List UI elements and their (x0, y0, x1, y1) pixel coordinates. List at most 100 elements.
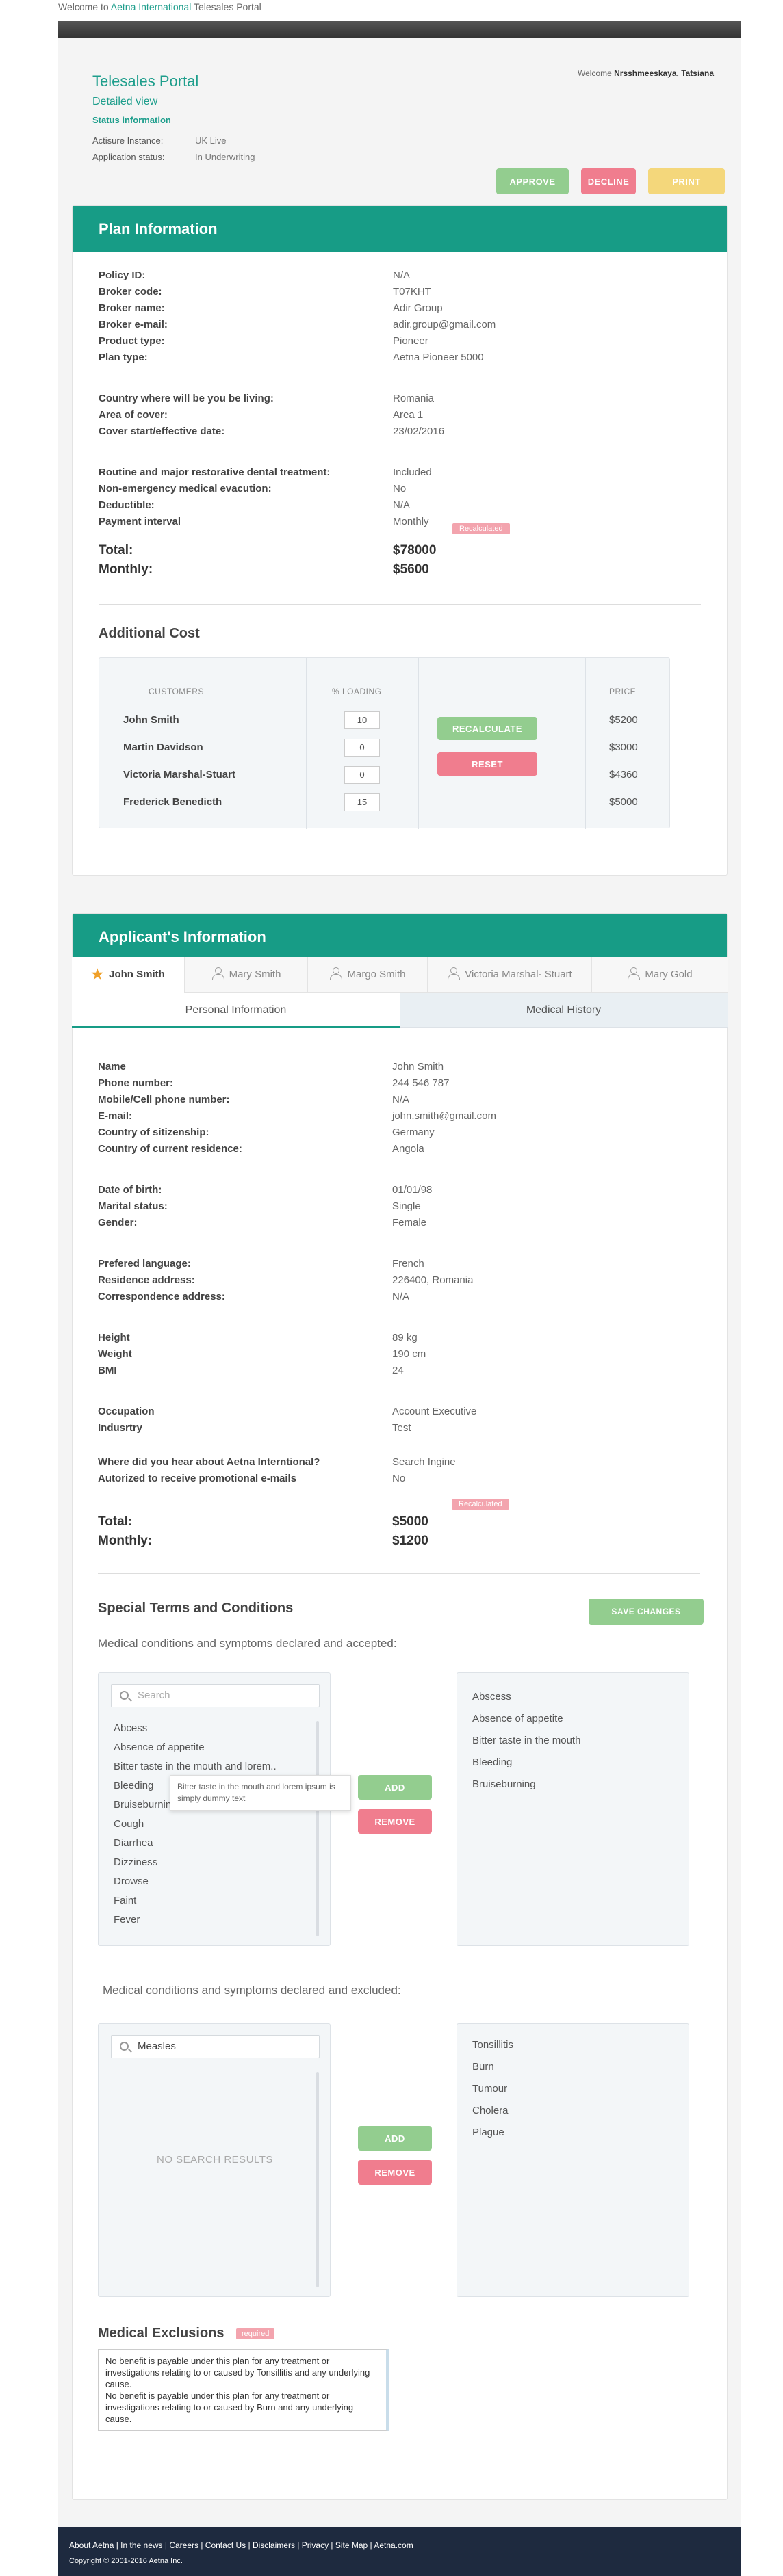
applicant-info-label: Residence address: (98, 1274, 195, 1286)
applicant-total-value: $5000 (392, 1514, 428, 1529)
star-icon: ★ (91, 967, 104, 982)
user-icon (447, 967, 461, 980)
applicant-info-label: Autorized to receive promotional e-mails (98, 1473, 297, 1484)
special-terms-heading: Special Terms and Conditions (98, 1601, 294, 1616)
page-frame: Welcome to Aetna International Telesales… (58, 0, 741, 2576)
applicant-info-label: Indusrtry (98, 1422, 143, 1434)
applicant-info-label: Where did you hear about Aetna Interntio… (98, 1456, 320, 1468)
medical-exclusions-heading: Medical Exclusions (98, 2326, 224, 2341)
applicant-info-value: N/A (392, 1094, 410, 1105)
condition-option[interactable]: Absence of appetite (114, 1742, 205, 1753)
remove-accepted-button[interactable]: REMOVE (358, 1809, 432, 1834)
applicant-info-value: Test (392, 1422, 411, 1434)
tab-mary-gold[interactable]: Mary Gold (592, 957, 728, 993)
applicant-info-label: Height (98, 1332, 130, 1343)
footer: About Aetna | In the news | Careers | Co… (58, 2527, 741, 2576)
condition-option[interactable]: Bitter taste in the mouth and lorem.. (114, 1761, 277, 1772)
applicant-info-value: 190 cm (392, 1348, 426, 1360)
applicant-divider (98, 1573, 700, 1574)
condition-option[interactable]: Diarrhea (114, 1837, 153, 1849)
applicant-info-label: Weight (98, 1348, 132, 1360)
applicant-info-value: Account Executive (392, 1406, 477, 1417)
search-placeholder: Search (138, 1690, 170, 1701)
user-icon (627, 967, 641, 980)
footer-links[interactable]: About Aetna | In the news | Careers | Co… (69, 2540, 413, 2550)
required-tag: required (236, 2328, 275, 2339)
list-scrollbar[interactable] (316, 1721, 319, 1936)
tab-victoria-marshal-stuart[interactable]: Victoria Marshal- Stuart (428, 957, 592, 993)
condition-option[interactable]: Dizziness (114, 1856, 157, 1868)
condition-tooltip: Bitter taste in the mouth and lorem ipsu… (170, 1775, 351, 1811)
applicant-info-value: john.smith@gmail.com (392, 1110, 496, 1122)
applicant-info-label: Country of sitizenship: (98, 1127, 209, 1138)
condition-option[interactable]: Fever (114, 1914, 140, 1926)
condition-option[interactable]: Bruiseburning (114, 1799, 177, 1811)
applicant-info-label: Name (98, 1061, 126, 1073)
applicant-info-label: Country of current residence: (98, 1143, 242, 1155)
applicant-info-label: Prefered language: (98, 1258, 191, 1270)
accepted-conditions-selected-panel: Abscess Absence of appetite Bitter taste… (457, 1672, 689, 1946)
add-accepted-button[interactable]: ADD (358, 1775, 432, 1800)
recalculated-tag: Recalculated (452, 1499, 509, 1510)
condition-option[interactable]: Faint (114, 1895, 136, 1906)
excluded-search-input[interactable]: Measles (111, 2035, 320, 2058)
condition-option[interactable]: Bleeding (114, 1780, 153, 1791)
applicant-info-value: 24 (392, 1365, 404, 1376)
tab-label: Mary Gold (645, 969, 693, 980)
search-value: Measles (138, 2040, 176, 2052)
applicant-info-value: Single (392, 1200, 421, 1212)
selected-condition[interactable]: Absence of appetite (472, 1713, 563, 1724)
applicant-info-label: Marital status: (98, 1200, 168, 1212)
applicant-tabs: ★ John Smith Mary Smith Margo Smith Victo… (72, 957, 728, 993)
applicant-info-value: Search Ingine (392, 1456, 456, 1468)
no-search-results: NO SEARCH RESULTS (157, 2154, 273, 2166)
applicant-info-label: Mobile/Cell phone number: (98, 1094, 230, 1105)
selected-condition[interactable]: Tonsillitis (472, 2039, 513, 2051)
applicant-info-value: French (392, 1258, 424, 1270)
applicant-info-label: BMI (98, 1365, 117, 1376)
selected-condition[interactable]: Abscess (472, 1691, 511, 1703)
selected-condition[interactable]: Plague (472, 2127, 504, 2138)
selected-condition[interactable]: Bleeding (472, 1757, 512, 1768)
applicant-info-value: 226400, Romania (392, 1274, 474, 1286)
search-icon (120, 1691, 129, 1700)
tab-label: Margo Smith (347, 969, 406, 980)
applicant-info-value: 89 kg (392, 1332, 418, 1343)
applicant-info-label: Gender: (98, 1217, 138, 1228)
tab-john-smith[interactable]: ★ John Smith (72, 957, 185, 993)
applicant-info-label: Phone number: (98, 1077, 174, 1089)
condition-option[interactable]: Cough (114, 1818, 144, 1830)
applicant-info-value: Female (392, 1217, 427, 1228)
accepted-search-input[interactable]: Search (111, 1684, 320, 1707)
selected-condition[interactable]: Bruiseburning (472, 1778, 536, 1790)
excluded-conditions-search-panel: Measles NO SEARCH RESULTS (98, 2023, 331, 2297)
medical-exclusions-textarea[interactable]: No benefit is payable under this plan fo… (98, 2349, 389, 2431)
add-excluded-button[interactable]: ADD (358, 2126, 432, 2151)
applicant-info-label: Occupation (98, 1406, 155, 1417)
condition-option[interactable]: Drowse (114, 1876, 149, 1887)
remove-excluded-button[interactable]: REMOVE (358, 2160, 432, 2185)
applicant-subtabs: Personal Information Medical History (72, 993, 728, 1028)
list-scrollbar[interactable] (316, 2072, 319, 2287)
applicant-info-label: E-mail: (98, 1110, 133, 1122)
tab-label: John Smith (109, 969, 165, 980)
tab-mary-smith[interactable]: Mary Smith (185, 957, 308, 993)
applicant-monthly-value: $1200 (392, 1534, 428, 1548)
selected-condition[interactable]: Cholera (472, 2105, 509, 2116)
search-icon (120, 2042, 129, 2051)
applicant-info-value: Angola (392, 1143, 424, 1155)
tab-margo-smith[interactable]: Margo Smith (308, 957, 428, 993)
applicant-total-label: Total: (98, 1514, 133, 1529)
excluded-conditions-label: Medical conditions and symptoms declared… (103, 1984, 401, 1997)
selected-condition[interactable]: Bitter taste in the mouth (472, 1735, 580, 1746)
excluded-conditions-selected-panel: Tonsillitis Burn Tumour Cholera Plague (457, 2023, 689, 2297)
save-changes-button[interactable]: SAVE CHANGES (589, 1599, 704, 1625)
accepted-conditions-label: Medical conditions and symptoms declared… (98, 1637, 397, 1650)
tab-medical-history[interactable]: Medical History (400, 993, 728, 1028)
selected-condition[interactable]: Tumour (472, 2083, 507, 2094)
condition-option[interactable]: Abcess (114, 1722, 147, 1734)
tab-personal-information[interactable]: Personal Information (72, 993, 400, 1028)
applicant-info-value: N/A (392, 1291, 410, 1302)
selected-condition[interactable]: Burn (472, 2061, 494, 2073)
applicant-info-value: 01/01/98 (392, 1184, 433, 1196)
